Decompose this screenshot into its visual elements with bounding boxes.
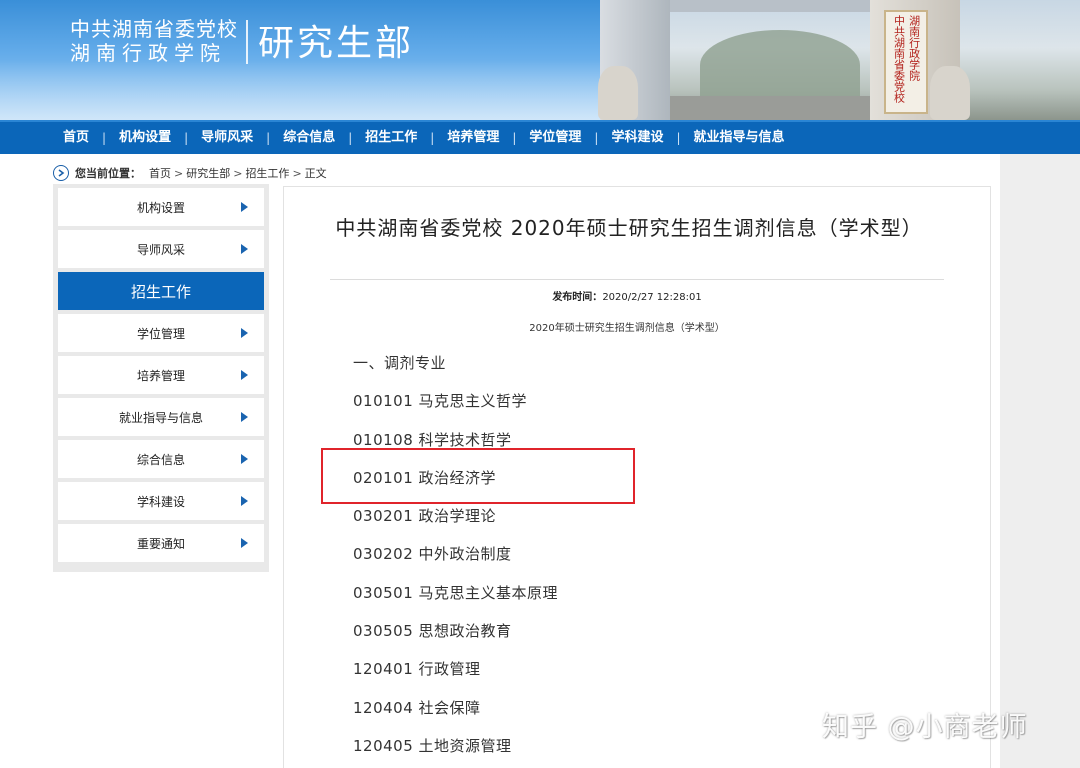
sidebar-item-label: 重要通知 bbox=[136, 536, 185, 551]
publish-info: 发布时间：2020/2/27 12:28:01 bbox=[284, 288, 970, 303]
stone-lion-right bbox=[930, 66, 970, 120]
sidebar-item-8[interactable]: 重要通知 bbox=[58, 524, 264, 562]
nav-item-1[interactable]: 机构设置 bbox=[106, 122, 184, 154]
watermark: 知乎 @小商老师 bbox=[822, 712, 1028, 743]
sidebar-item-3[interactable]: 学位管理 bbox=[58, 314, 264, 352]
banner-haze bbox=[0, 60, 600, 120]
sidebar-item-label: 综合信息 bbox=[136, 452, 185, 467]
title-divider bbox=[330, 279, 944, 280]
triangle-right-icon bbox=[241, 202, 248, 212]
triangle-right-icon bbox=[241, 538, 248, 548]
nav-item-3[interactable]: 综合信息 bbox=[270, 122, 348, 154]
org-subname: 湖南行政学院 bbox=[70, 41, 226, 65]
gate-plaque: 中共湖南省委党校 湖南行政学院 bbox=[884, 10, 928, 114]
nav-item-4[interactable]: 招生工作 bbox=[352, 122, 430, 154]
breadcrumb-items: 首页 > 研究生部 > 招生工作 > 正文 bbox=[149, 165, 327, 181]
sidebar-item-label: 培养管理 bbox=[136, 368, 185, 383]
sidebar-item-7[interactable]: 学科建设 bbox=[58, 482, 264, 520]
section-heading: 一、调剂专业 bbox=[353, 354, 447, 372]
location-arrow-icon bbox=[53, 165, 69, 181]
gate-road bbox=[670, 96, 870, 120]
sidebar-item-label: 就业指导与信息 bbox=[118, 410, 203, 425]
gate-plaque-col2: 湖南行政学院 bbox=[907, 15, 921, 81]
nav-item-0[interactable]: 首页 bbox=[50, 122, 102, 154]
highlight-annotation bbox=[321, 448, 635, 504]
breadcrumb-item-0[interactable]: 首页 bbox=[149, 167, 171, 180]
major-item: 030202 中外政治制度 bbox=[353, 545, 512, 564]
sidebar: 机构设置导师风采招生工作学位管理培养管理就业指导与信息 综合信息学科建设重要通知 bbox=[53, 184, 269, 572]
major-item: 010101 马克思主义哲学 bbox=[353, 392, 528, 411]
sidebar-item-5[interactable]: 就业指导与信息 bbox=[58, 398, 264, 436]
major-item: 030501 马克思主义基本原理 bbox=[353, 583, 559, 602]
nav-item-8[interactable]: 就业指导与信息 bbox=[681, 122, 798, 154]
sidebar-item-label: 学位管理 bbox=[136, 326, 185, 341]
breadcrumb-separator: > bbox=[174, 167, 184, 180]
triangle-right-icon bbox=[241, 328, 248, 338]
sidebar-item-6[interactable]: 综合信息 bbox=[58, 440, 264, 478]
major-item: 030201 政治学理论 bbox=[353, 507, 497, 526]
header-banner: 中共湖南省委党校 湖南行政学院 研究生部 中共湖南省委党校 湖南行政学院 bbox=[0, 0, 1080, 120]
breadcrumb-item-2[interactable]: 招生工作 bbox=[245, 167, 289, 180]
major-item: 120401 行政管理 bbox=[353, 660, 481, 679]
triangle-right-icon bbox=[241, 244, 248, 254]
triangle-right-icon bbox=[241, 412, 248, 422]
publish-label: 发布时间： bbox=[552, 292, 603, 303]
nav-item-6[interactable]: 学位管理 bbox=[516, 122, 594, 154]
sidebar-item-1[interactable]: 导师风采 bbox=[58, 230, 264, 268]
major-item: 030505 思想政治教育 bbox=[353, 622, 512, 641]
sidebar-item-label: 机构设置 bbox=[136, 200, 185, 215]
triangle-right-icon bbox=[241, 454, 248, 464]
page-gutter bbox=[1000, 154, 1080, 768]
org-name: 中共湖南省委党校 bbox=[70, 17, 238, 41]
gate-plaque-col1: 中共湖南省委党校 bbox=[892, 15, 906, 103]
major-item: 120404 社会保障 bbox=[353, 698, 481, 717]
dept-name: 研究生部 bbox=[258, 23, 415, 64]
breadcrumb: 您当前位置： 首页 > 研究生部 > 招生工作 > 正文 bbox=[53, 163, 327, 183]
nav-item-5[interactable]: 培养管理 bbox=[434, 122, 512, 154]
article-body: 一、调剂专业 010101 马克思主义哲学 010108 科学技术哲学 020101 … bbox=[353, 349, 558, 768]
nav-items: 首页 | 机构设置 | 导师风采 | 综合信息 | 招生工作 | 培养管理 | 学位管理 | 学科建设 | 就业… bbox=[50, 122, 798, 154]
sidebar-item-2[interactable]: 招生工作 bbox=[58, 272, 264, 310]
sidebar-item-label: 导师风采 bbox=[136, 242, 185, 257]
gate-hill bbox=[700, 30, 860, 100]
breadcrumb-label: 您当前位置： bbox=[75, 167, 141, 180]
triangle-right-icon bbox=[241, 370, 248, 380]
breadcrumb-separator: > bbox=[233, 167, 243, 180]
breadcrumb-item-3: 正文 bbox=[304, 167, 327, 180]
sidebar-item-0[interactable]: 机构设置 bbox=[58, 188, 264, 226]
stone-lion-left bbox=[598, 66, 638, 120]
breadcrumb-separator: > bbox=[292, 167, 302, 180]
sidebar-item-label: 招生工作 bbox=[130, 282, 191, 301]
article-title: 中共湖南省委党校 2020年硕士研究生招生调剂信息（学术型） bbox=[335, 216, 923, 240]
sidebar-item-label: 学科建设 bbox=[136, 494, 185, 509]
main-nav: 首页 | 机构设置 | 导师风采 | 综合信息 | 招生工作 | 培养管理 | 学位管理 | 学科建设 | 就业… bbox=[0, 120, 1080, 154]
logo-divider bbox=[246, 20, 248, 64]
nav-item-2[interactable]: 导师风采 bbox=[188, 122, 266, 154]
publish-time: 2020/2/27 12:28:01 bbox=[602, 292, 702, 303]
breadcrumb-item-1[interactable]: 研究生部 bbox=[186, 167, 230, 180]
triangle-right-icon bbox=[241, 496, 248, 506]
sidebar-item-4[interactable]: 培养管理 bbox=[58, 356, 264, 394]
article-subtitle: 2020年硕士研究生招生调剂信息（学术型） bbox=[529, 323, 725, 334]
nav-item-7[interactable]: 学科建设 bbox=[598, 122, 676, 154]
major-item: 120405 土地资源管理 bbox=[353, 736, 512, 755]
